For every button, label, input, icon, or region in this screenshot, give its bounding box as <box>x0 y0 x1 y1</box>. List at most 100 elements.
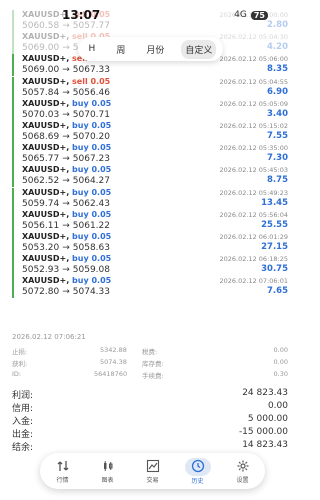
trade-symbol: XAUUSD+, <box>22 121 70 130</box>
trade-profit: 7.55 <box>267 131 288 141</box>
chart-icon <box>146 459 160 475</box>
trade-row[interactable]: XAUUSD+, buy 0.05 2026.02.12 05:05:09 5070… <box>12 98 288 121</box>
trade-prices: 5065.77 → 5067.23 <box>22 154 110 164</box>
status-time: 13:07 <box>62 8 101 22</box>
trade-prices: 5072.80 → 5074.33 <box>22 287 110 297</box>
trade-profit: 7.65 <box>267 286 288 297</box>
trade-header: XAUUSD+, buy 0.05 <box>22 99 111 108</box>
detail-swap-value: 0.00 <box>273 346 288 354</box>
close-price: 5070.20 <box>72 132 110 142</box>
trade-profit: 4.20 <box>267 42 288 53</box>
trade-side: buy 0.05 <box>72 121 112 130</box>
nav-label: 图表 <box>101 476 114 484</box>
trade-prices: 5059.74 → 5062.43 <box>22 199 110 209</box>
trade-header: XAUUSD+, buy 0.05 <box>22 143 111 152</box>
trade-side: buy 0.05 <box>72 187 112 197</box>
nav-gear[interactable]: 设置 <box>226 459 260 484</box>
trade-profit: 25.55 <box>261 219 288 230</box>
open-price: 5057.84 <box>22 87 60 98</box>
close-price: 5058.63 <box>72 243 110 253</box>
nav-chart[interactable]: 交易 <box>136 459 170 484</box>
detail-tp-value: 5074.38 <box>100 358 127 366</box>
period-tab-custom[interactable]: 自定义 <box>181 39 217 59</box>
trade-symbol: XAUUSD+, <box>22 143 70 153</box>
trade-side: buy 0.05 <box>72 254 112 264</box>
trade-symbol: XAUUSD+, <box>22 232 70 241</box>
trade-symbol: XAUUSD+, <box>22 32 70 42</box>
close-price: 5062.43 <box>72 198 110 209</box>
trade-symbol: XAUUSD+, <box>22 165 70 175</box>
trade-symbol: XAUUSD+, <box>22 54 70 64</box>
trade-prices: 5053.20 → 5058.63 <box>22 243 110 253</box>
trade-prices: 5052.93 → 5059.08 <box>22 265 110 275</box>
detail-tax-label: 库存费: <box>142 360 164 368</box>
close-price: 5070.71 <box>72 109 110 120</box>
trade-row[interactable]: XAUUSD+, sell 0.05 2026.02.12 05:04:55 505… <box>12 76 288 99</box>
trade-symbol: XAUUSD+, <box>22 254 70 264</box>
nav-candles[interactable]: 图表 <box>91 459 125 484</box>
trade-profit: 7.30 <box>267 153 288 164</box>
trade-row[interactable]: XAUUSD+, buy 0.05 2026.02.12 05:45:03 5062… <box>12 165 288 188</box>
period-tab-week[interactable]: 周 <box>112 40 129 59</box>
nav-clock[interactable]: 历史 <box>181 457 215 485</box>
detail-swap-label: 税费: <box>142 348 158 356</box>
close-price: 5061.22 <box>72 220 110 231</box>
trade-profit: 8.75 <box>267 175 288 186</box>
trade-side: buy 0.05 <box>72 143 112 153</box>
arrows-icon <box>56 459 70 475</box>
trade-row[interactable]: XAUUSD+, buy 0.05 2026.02.12 05:35:00 5065… <box>12 143 288 166</box>
trade-prices: 5057.84 → 5056.46 <box>22 88 110 98</box>
detail-id-label: ID: <box>12 370 22 378</box>
summary-label: 利润: <box>12 391 34 401</box>
trade-profit: 6.90 <box>267 86 288 97</box>
trade-header: XAUUSD+, buy 0.05 <box>22 210 111 219</box>
status-bar: 13:07 4G 75 <box>0 0 300 30</box>
trade-header: XAUUSD+, sell 0.05 <box>22 77 110 86</box>
trade-time: 2026.02.12 05:49:23 <box>219 188 288 197</box>
trade-row[interactable]: XAUUSD+, buy 0.05 2026.02.12 05:56:04 5056… <box>12 209 288 232</box>
detail-sl-value: 5342.88 <box>100 346 127 354</box>
trade-row[interactable]: XAUUSD+, buy 0.05 2026.02.12 06:18:25 5052… <box>12 254 288 277</box>
open-price: 5059.74 <box>22 198 60 209</box>
detail-sl-label: 止损: <box>12 348 28 356</box>
trade-profit: 8.35 <box>267 64 288 75</box>
close-price: 5059.08 <box>72 265 110 276</box>
open-price: 5065.77 <box>22 154 60 165</box>
arrow-icon: → <box>62 243 70 253</box>
open-price: 5068.69 <box>22 132 60 142</box>
trade-time: 2026.02.12 05:15:02 <box>219 122 288 130</box>
trade-detail-datetime: 2026.02.12 07:06:21 <box>12 333 86 341</box>
open-price: 5056.11 <box>22 220 60 231</box>
trade-row[interactable]: XAUUSD+, buy 0.05 2026.02.12 05:49:23 5059… <box>12 187 288 210</box>
arrow-icon: → <box>62 220 70 231</box>
detail-commission-value: 0.30 <box>273 370 288 378</box>
trade-time: 2026.02.12 05:45:03 <box>219 166 288 175</box>
gear-icon <box>236 459 250 475</box>
trade-profit: 30.75 <box>261 264 288 275</box>
trade-header: XAUUSD+, buy 0.05 <box>22 276 111 285</box>
open-price: 5072.80 <box>22 287 60 298</box>
open-price: 5070.03 <box>22 109 60 120</box>
trade-profit: 13.45 <box>261 197 288 208</box>
arrow-icon: → <box>62 198 70 209</box>
trade-symbol: XAUUSD+, <box>22 187 70 197</box>
summary-label: 出金: <box>12 430 34 440</box>
close-price: 5067.23 <box>72 154 110 165</box>
trade-row[interactable]: XAUUSD+, buy 0.05 2026.02.12 07:06:01 5072… <box>12 276 288 299</box>
trade-side: buy 0.05 <box>72 165 112 175</box>
trade-prices: 5062.52 → 5064.27 <box>22 176 110 186</box>
trade-row[interactable]: XAUUSD+, buy 0.05 2026.02.12 05:15:02 5068… <box>12 121 288 143</box>
trade-time: 2026.02.12 06:18:25 <box>219 255 288 264</box>
trade-side: buy 0.05 <box>72 209 112 219</box>
nav-label: 历史 <box>191 477 204 485</box>
nav-arrows[interactable]: 行情 <box>46 459 80 484</box>
summary-value: 24 823.43 <box>242 388 288 398</box>
trade-row[interactable]: XAUUSD+, buy 0.05 2026.02.12 06:01:29 5053… <box>12 232 288 254</box>
network-icon: 4G <box>234 10 247 20</box>
trade-symbol: XAUUSD+, <box>22 276 70 286</box>
open-price: 5069.00 <box>22 43 60 54</box>
period-tab-month[interactable]: 月份 <box>142 40 168 59</box>
period-tab-day[interactable]: H <box>85 41 100 57</box>
summary-row: 出金: -15 000.00 <box>12 427 288 440</box>
summary-value: 5 000.00 <box>247 414 288 424</box>
